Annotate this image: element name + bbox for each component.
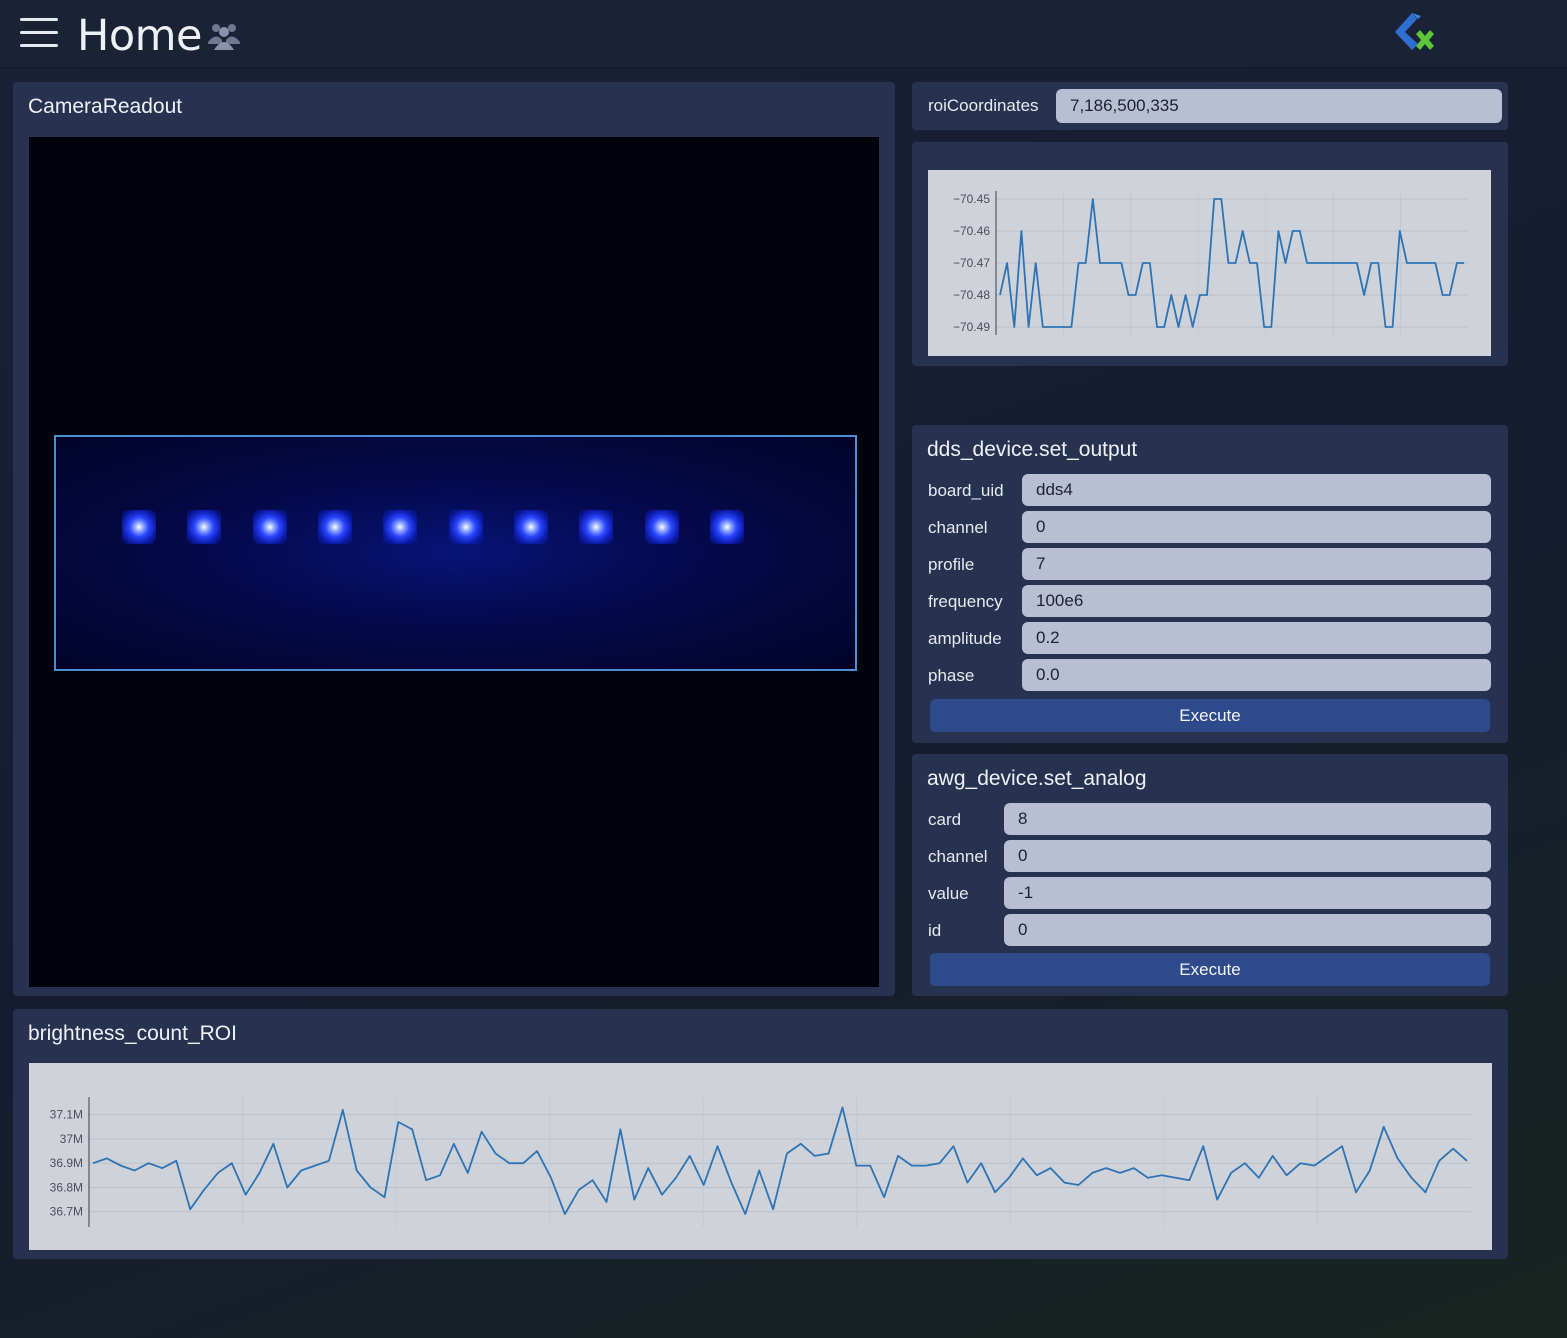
dds-board-uid-label: board_uid bbox=[928, 481, 1004, 500]
dds-execute-button[interactable]: Execute bbox=[930, 699, 1490, 732]
camera-readout-title: CameraReadout bbox=[28, 95, 183, 118]
app-logo bbox=[1395, 13, 1434, 50]
y-tick-label: −70.48 bbox=[953, 288, 990, 302]
top-app-bar: Home bbox=[0, 0, 1567, 68]
brightness-line-chart: 37.1M 37M 36.9M 36.8M 36.7M bbox=[50, 1097, 1471, 1227]
awg-id-input[interactable] bbox=[1004, 914, 1491, 946]
dds-amplitude-label: amplitude bbox=[928, 629, 1002, 648]
roi-coordinates-panel: roiCoordinates bbox=[912, 82, 1508, 130]
dds-profile-label: profile bbox=[928, 555, 975, 574]
roi-selection-box[interactable] bbox=[54, 435, 857, 671]
dds-channel-input[interactable] bbox=[1022, 511, 1491, 543]
dds-phase-label: phase bbox=[928, 666, 975, 685]
dds-amplitude-input[interactable] bbox=[1022, 622, 1491, 654]
brightness-count-panel: brightness_count_ROI 37.1M 37M 36.9M 36.8M 3… bbox=[13, 1009, 1508, 1259]
y-tick-label: 37.1M bbox=[50, 1108, 83, 1122]
roi-coordinates-label: roiCoordinates bbox=[928, 96, 1039, 115]
y-tick-label: −70.46 bbox=[953, 224, 990, 238]
awg-value-input[interactable] bbox=[1004, 877, 1491, 909]
dds-frequency-input[interactable] bbox=[1022, 585, 1491, 617]
dds-frequency-label: frequency bbox=[928, 592, 1003, 611]
dds-profile-input[interactable] bbox=[1022, 548, 1491, 580]
awg-card-label: card bbox=[928, 810, 962, 829]
hamburger-menu-icon[interactable] bbox=[20, 18, 58, 52]
brightness-plot-area: 37.1M 37M 36.9M 36.8M 36.7M bbox=[29, 1063, 1492, 1250]
page-title: Home bbox=[77, 11, 202, 61]
y-tick-label: −70.45 bbox=[953, 192, 990, 206]
dds-channel-label: channel bbox=[928, 518, 988, 537]
y-tick-label: 36.7M bbox=[50, 1205, 83, 1219]
y-tick-label: 36.8M bbox=[50, 1180, 83, 1194]
awg-channel-input[interactable] bbox=[1004, 840, 1491, 872]
mini-plot-panel: −70.45 −70.46 −70.47 −70.48 −70.49 bbox=[912, 142, 1508, 366]
y-tick-label: −70.49 bbox=[953, 320, 990, 334]
brightness-panel-title: brightness_count_ROI bbox=[28, 1022, 237, 1045]
camera-readout-panel: CameraReadout bbox=[13, 82, 895, 996]
awg-value-label: value bbox=[928, 884, 969, 903]
data-series-line bbox=[92, 1106, 1468, 1216]
mini-line-chart: −70.45 −70.46 −70.47 −70.48 −70.49 bbox=[953, 191, 1468, 335]
awg-card-input[interactable] bbox=[1004, 803, 1491, 835]
awg-execute-button[interactable]: Execute bbox=[930, 953, 1490, 986]
users-icon[interactable] bbox=[205, 20, 243, 52]
awg-set-analog-panel: awg_device.set_analog card channel value… bbox=[912, 754, 1508, 996]
camera-image bbox=[29, 137, 879, 987]
dds-board-uid-input[interactable] bbox=[1022, 474, 1491, 506]
y-tick-label: 37M bbox=[60, 1132, 83, 1146]
roi-coordinates-input[interactable] bbox=[1056, 89, 1502, 123]
dds-panel-title: dds_device.set_output bbox=[927, 438, 1138, 461]
awg-id-label: id bbox=[928, 921, 942, 940]
y-tick-label: 36.9M bbox=[50, 1156, 83, 1170]
y-tick-label: −70.47 bbox=[953, 256, 990, 270]
awg-channel-label: channel bbox=[928, 847, 988, 866]
dds-set-output-panel: dds_device.set_output board_uid channel … bbox=[912, 425, 1508, 743]
dds-phase-input[interactable] bbox=[1022, 659, 1491, 691]
awg-panel-title: awg_device.set_analog bbox=[927, 767, 1147, 790]
mini-plot-area: −70.45 −70.46 −70.47 −70.48 −70.49 bbox=[928, 170, 1491, 356]
